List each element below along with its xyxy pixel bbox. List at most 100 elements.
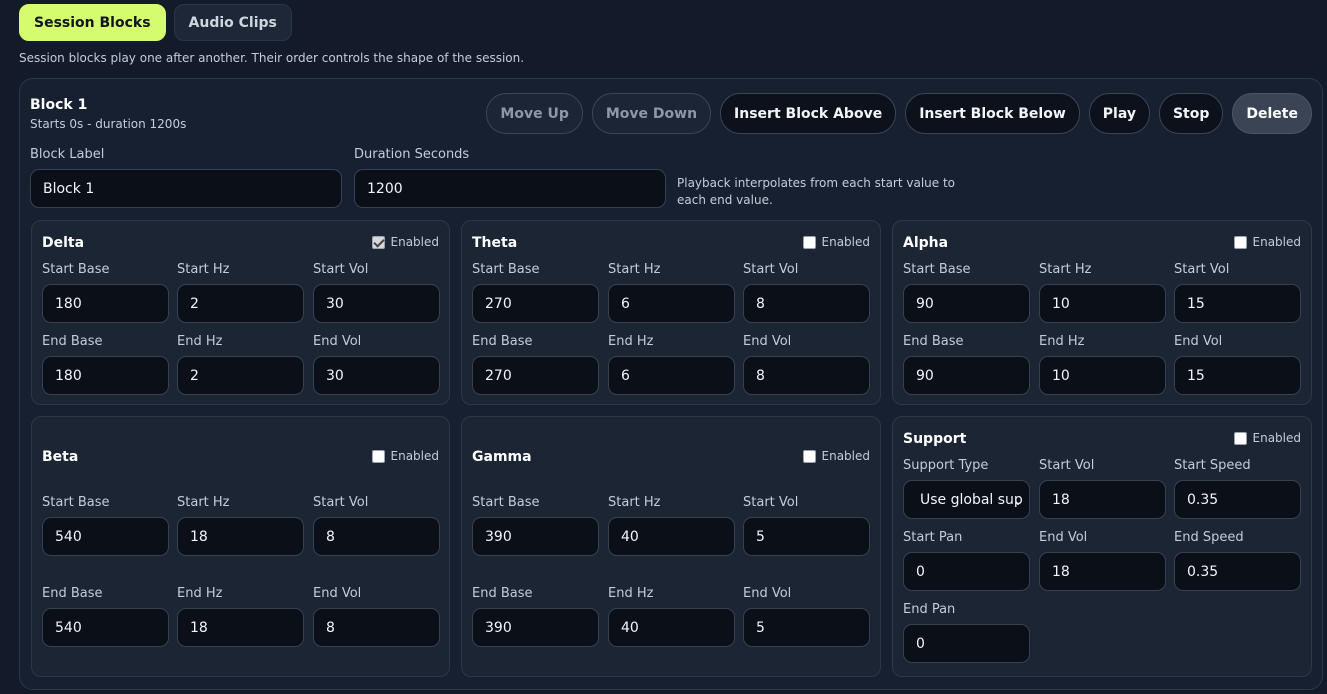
tab-session-blocks[interactable]: Session Blocks: [19, 4, 166, 41]
duration-seconds-input[interactable]: 1200: [354, 169, 666, 208]
delta-card: Delta Enabled Start Base Start Hz Start …: [31, 220, 450, 405]
start-hz-label: Start Hz: [1039, 262, 1092, 277]
end-hz-label: End Hz: [1039, 334, 1085, 349]
end-vol-label: End Vol: [743, 586, 792, 601]
enabled-label: Enabled: [1252, 431, 1302, 445]
start-vol-input[interactable]: 15: [1174, 284, 1301, 323]
enabled-label: Enabled: [390, 449, 440, 463]
block-subtitle: Starts 0s - duration 1200s: [30, 117, 187, 131]
move-up-button[interactable]: Move Up: [486, 93, 583, 134]
enabled-toggle[interactable]: Enabled: [371, 449, 440, 463]
support-type-select[interactable]: Use global sup ⌄: [903, 480, 1030, 519]
duration-seconds-label: Duration Seconds: [354, 147, 470, 162]
insert-block-below-button[interactable]: Insert Block Below: [905, 93, 1080, 134]
start-hz-label: Start Hz: [177, 495, 230, 510]
end-speed-input[interactable]: 0.35: [1174, 552, 1301, 591]
end-hz-input[interactable]: 18: [177, 608, 304, 647]
start-hz-input[interactable]: 18: [177, 517, 304, 556]
end-base-label: End Base: [903, 334, 964, 349]
tab-audio-clips[interactable]: Audio Clips: [173, 4, 292, 41]
end-vol-label: End Vol: [1174, 334, 1223, 349]
alpha-card: Alpha Enabled Start Base Start Hz Start …: [892, 220, 1312, 405]
start-vol-label: Start Vol: [313, 495, 369, 510]
start-hz-input[interactable]: 2: [177, 284, 304, 323]
chevron-down-icon: ⌄: [1012, 494, 1023, 508]
end-vol-input[interactable]: 18: [1039, 552, 1166, 591]
checkbox-icon[interactable]: [1233, 235, 1247, 249]
end-hz-input[interactable]: 10: [1039, 356, 1166, 395]
end-hz-input[interactable]: 6: [608, 356, 735, 395]
end-pan-input[interactable]: 0: [903, 624, 1030, 663]
enabled-toggle[interactable]: Enabled: [802, 449, 871, 463]
start-hz-input[interactable]: 40: [608, 517, 735, 556]
end-base-input[interactable]: 540: [42, 608, 169, 647]
start-vol-input[interactable]: 18: [1039, 480, 1166, 519]
start-pan-label: Start Pan: [903, 530, 963, 545]
enabled-label: Enabled: [1252, 235, 1302, 249]
start-base-input[interactable]: 390: [472, 517, 599, 556]
play-button[interactable]: Play: [1088, 93, 1150, 134]
enabled-label: Enabled: [390, 235, 440, 249]
block-label-input[interactable]: Block 1: [30, 169, 342, 208]
end-base-input[interactable]: 390: [472, 608, 599, 647]
end-hz-label: End Hz: [608, 586, 654, 601]
end-base-label: End Base: [472, 334, 533, 349]
delete-button[interactable]: Delete: [1232, 93, 1312, 134]
enabled-toggle[interactable]: Enabled: [802, 235, 870, 249]
start-base-input[interactable]: 90: [903, 284, 1030, 323]
start-hz-input[interactable]: 10: [1039, 284, 1166, 323]
card-title: Support: [903, 431, 967, 447]
checkbox-icon[interactable]: [371, 235, 385, 249]
enabled-label: Enabled: [821, 449, 871, 463]
session-block: Block 1 Starts 0s - duration 1200s Move …: [19, 78, 1323, 690]
end-base-label: End Base: [42, 334, 103, 349]
card-title: Gamma: [472, 449, 532, 465]
enabled-toggle[interactable]: Enabled: [1233, 431, 1302, 445]
stop-button[interactable]: Stop: [1158, 93, 1224, 134]
start-speed-input[interactable]: 0.35: [1174, 480, 1301, 519]
end-hz-input[interactable]: 2: [177, 356, 304, 395]
start-pan-input[interactable]: 0: [903, 552, 1030, 591]
end-vol-input[interactable]: 8: [313, 608, 440, 647]
end-vol-input[interactable]: 30: [313, 356, 440, 395]
end-hz-label: End Hz: [177, 586, 223, 601]
start-vol-input[interactable]: 5: [743, 517, 870, 556]
gamma-card: Gamma Enabled Start Base Start Hz Start …: [461, 416, 881, 677]
start-base-label: Start Base: [472, 495, 540, 510]
end-vol-input[interactable]: 15: [1174, 356, 1301, 395]
enabled-toggle[interactable]: Enabled: [371, 235, 440, 249]
start-vol-label: Start Vol: [743, 262, 799, 277]
end-hz-label: End Hz: [608, 334, 654, 349]
move-down-button[interactable]: Move Down: [591, 93, 712, 134]
start-vol-input[interactable]: 8: [743, 284, 870, 323]
end-base-label: End Base: [472, 586, 533, 601]
checkbox-icon[interactable]: [1233, 431, 1247, 445]
start-base-input[interactable]: 270: [472, 284, 599, 323]
end-vol-label: End Vol: [313, 334, 362, 349]
start-base-input[interactable]: 180: [42, 284, 169, 323]
checkbox-icon[interactable]: [802, 449, 816, 463]
checkbox-icon[interactable]: [802, 235, 816, 249]
start-hz-label: Start Hz: [177, 262, 230, 277]
enabled-toggle[interactable]: Enabled: [1233, 235, 1302, 249]
end-vol-input[interactable]: 5: [743, 608, 870, 647]
start-hz-input[interactable]: 6: [608, 284, 735, 323]
end-base-label: End Base: [42, 586, 103, 601]
beta-card: Beta Enabled Start Base Start Hz Start V…: [31, 416, 450, 677]
end-base-input[interactable]: 180: [42, 356, 169, 395]
checkbox-icon[interactable]: [371, 449, 385, 463]
block-title: Block 1: [30, 97, 88, 113]
end-base-input[interactable]: 90: [903, 356, 1030, 395]
end-base-input[interactable]: 270: [472, 356, 599, 395]
start-base-input[interactable]: 540: [42, 517, 169, 556]
support-type-value: Use global sup: [920, 491, 1023, 508]
start-vol-label: Start Vol: [1039, 458, 1095, 473]
card-title: Beta: [42, 449, 79, 465]
block-label-label: Block Label: [30, 147, 105, 162]
start-vol-input[interactable]: 8: [313, 517, 440, 556]
start-vol-input[interactable]: 30: [313, 284, 440, 323]
end-hz-input[interactable]: 40: [608, 608, 735, 647]
end-vol-input[interactable]: 8: [743, 356, 870, 395]
end-vol-label: End Vol: [743, 334, 792, 349]
insert-block-above-button[interactable]: Insert Block Above: [720, 93, 897, 134]
